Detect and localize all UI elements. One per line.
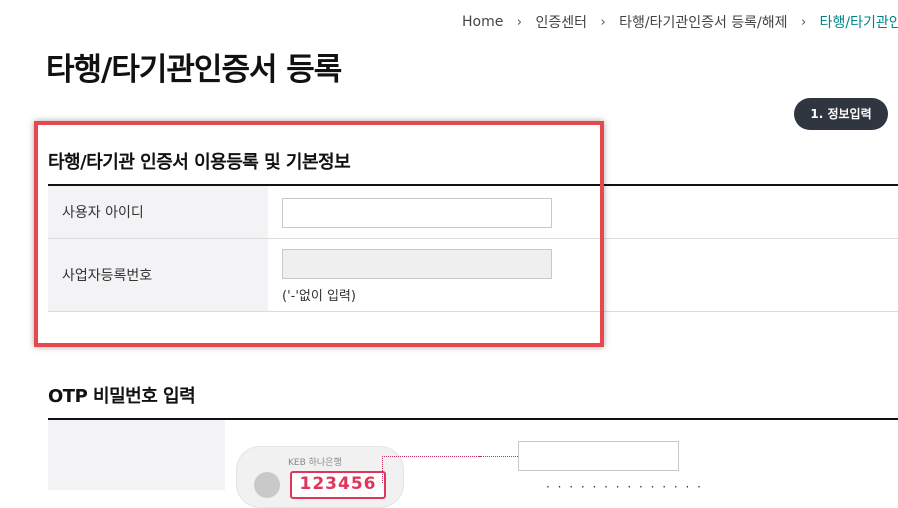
- page-title: 타행/타기관인증서 등록: [46, 52, 342, 88]
- otp-password-input[interactable]: [518, 441, 679, 471]
- annotation-highlight-box: [34, 121, 604, 347]
- breadcrumb: Home › 인증센터 › 타행/타기관인증서 등록/해제 › 타행/타기관인증…: [462, 12, 898, 34]
- chevron-right-icon: ›: [600, 14, 606, 30]
- breadcrumb-home[interactable]: Home: [462, 14, 503, 30]
- chevron-right-icon: ›: [516, 14, 522, 30]
- otp-card-brand: KEB 하나은행: [288, 458, 342, 468]
- otp-section-title: OTP 비밀번호 입력: [48, 386, 196, 407]
- otp-label-cell: [48, 420, 225, 490]
- breadcrumb-current: 타행/타기관인증서 등록: [819, 15, 898, 31]
- otp-connector-line: [382, 456, 481, 483]
- otp-connector-line-top: [478, 456, 518, 458]
- otp-guide-text: · · · · · · · · · · · · · ·: [546, 480, 703, 494]
- chevron-right-icon: ›: [801, 14, 807, 30]
- breadcrumb-cert-center[interactable]: 인증센터: [535, 12, 587, 32]
- step-badge: 1. 정보입력: [794, 98, 888, 130]
- otp-card-button-icon: [254, 472, 280, 498]
- breadcrumb-register-release[interactable]: 타행/타기관인증서 등록/해제: [619, 12, 787, 32]
- otp-card-number: 123456: [290, 471, 386, 499]
